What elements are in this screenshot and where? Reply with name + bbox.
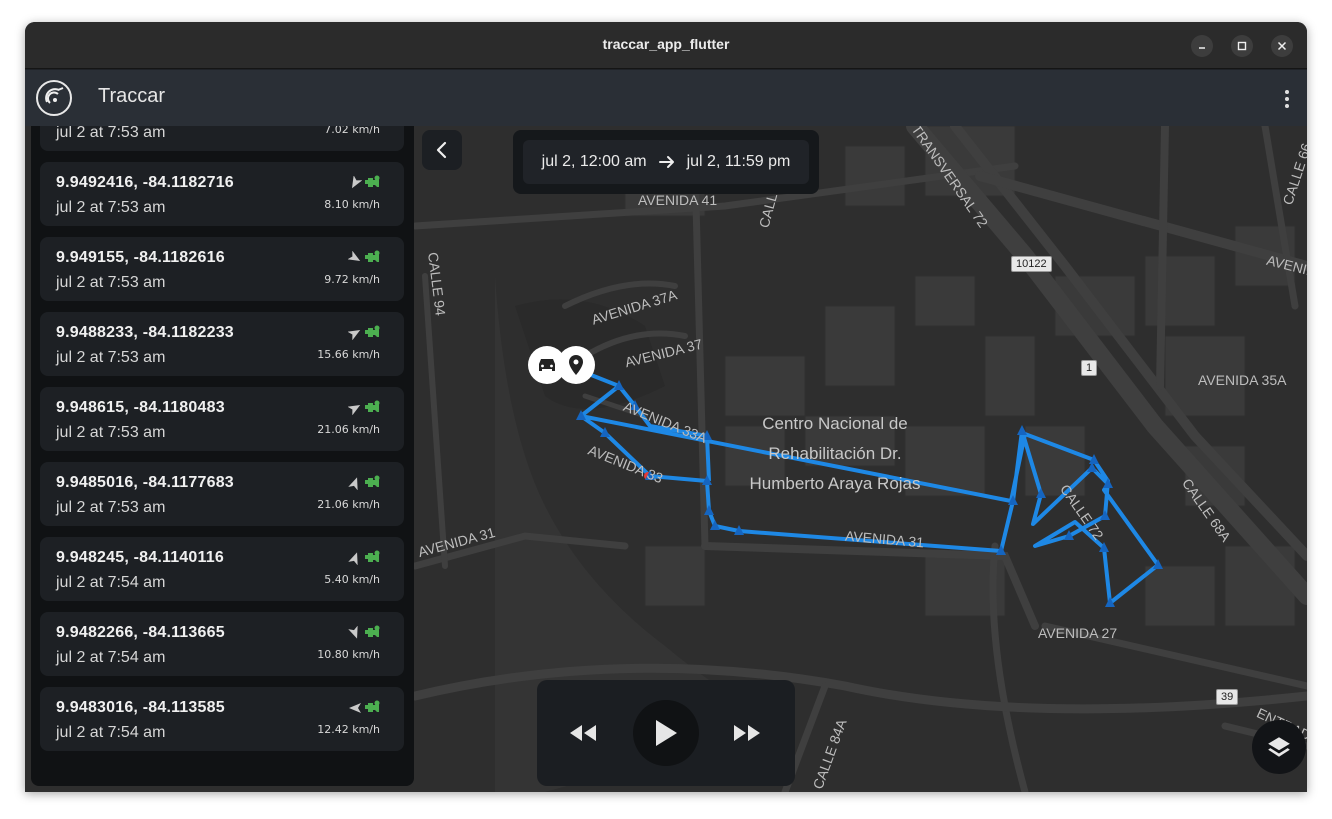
direction-arrow-icon xyxy=(348,552,358,565)
playback-controls xyxy=(537,680,795,786)
traccar-logo-icon xyxy=(36,80,72,116)
road-shield: 1 xyxy=(1081,360,1098,376)
position-item[interactable]: 9.9482266, -84.113665 jul 2 at 7:54 am 10.… xyxy=(40,612,404,676)
position-coords: 9.948245, -84.1140116 xyxy=(56,549,224,566)
location-pin-icon xyxy=(569,355,583,375)
engine-on-icon xyxy=(365,625,380,637)
street-label: AVENIDA 27 xyxy=(1038,625,1118,641)
maximize-icon xyxy=(1237,41,1247,51)
position-speed: 21.06 km/h xyxy=(317,498,380,511)
position-coords: 9.949155, -84.1182616 xyxy=(56,249,225,266)
position-item[interactable]: 9.9492416, -84.1182716 jul 2 at 7:53 am 8.… xyxy=(40,162,404,226)
position-item[interactable]: 9.948245, -84.1140116 jul 2 at 7:54 am 5.4… xyxy=(40,537,404,601)
poi-line: Rehabilitación Dr. xyxy=(768,444,902,463)
engine-on-icon xyxy=(365,400,380,412)
car-icon xyxy=(539,359,555,371)
position-item[interactable]: 9.9485016, -84.1177683 jul 2 at 7:53 am 21… xyxy=(40,462,404,526)
date-range-selector[interactable]: jul 2, 12:00 am jul 2, 11:59 pm xyxy=(523,140,809,184)
poi-line: Humberto Araya Rojas xyxy=(749,474,921,493)
position-coords: 9.9482266, -84.113665 xyxy=(56,624,225,641)
road-shield: 39 xyxy=(1216,689,1239,705)
position-time: jul 2 at 7:53 am xyxy=(56,199,166,216)
position-speed: 10.80 km/h xyxy=(317,648,380,661)
position-coords: 9.9492416, -84.1182716 xyxy=(56,174,234,191)
direction-arrow-icon xyxy=(348,251,361,261)
position-coords: 9.9485016, -84.1177683 xyxy=(56,474,234,491)
direction-arrow-icon xyxy=(352,176,362,189)
position-time: jul 2 at 7:53 am xyxy=(56,349,166,366)
engine-on-icon xyxy=(365,325,380,337)
position-coords: 9.948615, -84.1180483 xyxy=(56,399,225,416)
position-time: jul 2 at 7:54 am xyxy=(56,574,166,591)
window-titlebar: traccar_app_flutter xyxy=(25,22,1307,69)
position-time: jul 2 at 7:53 am xyxy=(56,424,166,441)
street-label: AVENIDA 35A xyxy=(1198,372,1287,388)
engine-on-icon xyxy=(365,550,380,562)
positions-list[interactable]: 9.9492416, -84.1182716 jul 2 at 7:53 am 7.… xyxy=(31,126,414,786)
poi-line: Centro Nacional de xyxy=(762,414,908,433)
poi-label: Centro Nacional de Rehabilitación Dr. Hu… xyxy=(720,409,950,499)
direction-arrow-icon xyxy=(348,330,361,340)
position-item[interactable]: 9.9483016, -84.113585 jul 2 at 7:54 am 12.… xyxy=(40,687,404,751)
direction-arrow-icon xyxy=(348,405,361,415)
play-icon xyxy=(656,720,677,746)
layers-icon xyxy=(1268,737,1290,757)
position-time: jul 2 at 7:53 am xyxy=(56,499,166,516)
close-window-button[interactable] xyxy=(1271,35,1293,57)
position-coords: 9.9483016, -84.113585 xyxy=(56,699,225,716)
app-title: Traccar xyxy=(98,85,166,107)
position-item[interactable]: 9.949155, -84.1182616 jul 2 at 7:53 am 9.7… xyxy=(40,237,404,301)
engine-on-icon xyxy=(365,700,380,712)
maximize-button[interactable] xyxy=(1231,35,1253,57)
engine-on-icon xyxy=(365,175,380,187)
play-button[interactable] xyxy=(633,700,699,766)
date-to[interactable]: jul 2, 11:59 pm xyxy=(687,153,791,171)
position-speed: 15.66 km/h xyxy=(317,348,380,361)
position-time: jul 2 at 7:53 am xyxy=(56,274,166,291)
position-item[interactable]: 9.948615, -84.1180483 jul 2 at 7:53 am 21.… xyxy=(40,387,404,451)
date-from[interactable]: jul 2, 12:00 am xyxy=(542,153,647,171)
position-speed: 8.10 km/h xyxy=(324,198,380,211)
app-bar: Traccar xyxy=(25,70,1307,126)
date-range-panel: jul 2, 12:00 am jul 2, 11:59 pm xyxy=(513,130,819,194)
direction-arrow-icon xyxy=(348,477,358,490)
arrow-right-icon xyxy=(658,156,674,168)
position-time: jul 2 at 7:54 am xyxy=(56,649,166,666)
minimize-button[interactable] xyxy=(1191,35,1213,57)
position-time: jul 2 at 7:54 am xyxy=(56,724,166,741)
engine-on-icon xyxy=(365,475,380,487)
forward-button[interactable] xyxy=(727,717,767,749)
road-shield: 10122 xyxy=(1011,256,1052,272)
position-speed: 5.40 km/h xyxy=(324,573,380,586)
position-coords: 9.9488233, -84.1182233 xyxy=(56,324,234,341)
position-time: jul 2 at 7:53 am xyxy=(56,126,166,141)
window-title: traccar_app_flutter xyxy=(602,36,730,52)
direction-arrow-icon xyxy=(349,703,361,713)
position-item[interactable]: 9.9492416, -84.1182716jul 2 at 7:53 am7.… xyxy=(40,126,404,151)
back-button[interactable] xyxy=(422,130,462,170)
position-speed: 21.06 km/h xyxy=(317,423,380,436)
layers-button[interactable] xyxy=(1252,720,1306,774)
fast-rewind-icon xyxy=(570,725,596,741)
direction-arrow-icon xyxy=(348,626,358,639)
position-speed: 7.02 km/h xyxy=(324,126,380,136)
fast-forward-icon xyxy=(734,725,760,741)
minimize-icon xyxy=(1199,47,1205,49)
rewind-button[interactable] xyxy=(563,717,603,749)
position-item[interactable]: 9.9488233, -84.1182233 jul 2 at 7:53 am 15… xyxy=(40,312,404,376)
location-marker[interactable] xyxy=(557,346,595,384)
close-icon xyxy=(1277,41,1287,51)
engine-on-icon xyxy=(365,250,380,262)
position-speed: 9.72 km/h xyxy=(324,273,380,286)
more-vert-icon[interactable] xyxy=(1279,87,1295,111)
street-label: AVENIDA 41 xyxy=(638,192,718,208)
chevron-left-icon xyxy=(436,141,447,159)
app-window: traccar_app_flutter Traccar AVENIDA 41 A… xyxy=(25,22,1307,792)
position-speed: 12.42 km/h xyxy=(317,723,380,736)
